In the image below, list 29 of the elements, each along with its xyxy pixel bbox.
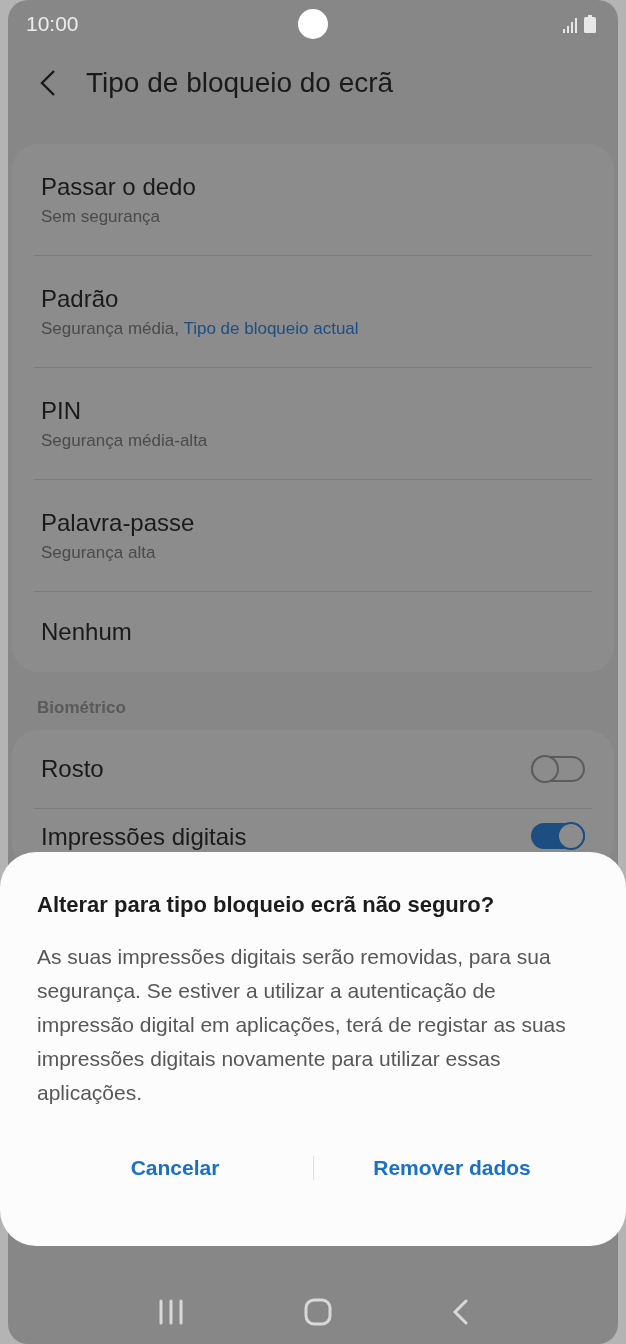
back-icon[interactable] (40, 70, 56, 96)
item-title: Rosto (41, 755, 104, 783)
battery-icon (584, 15, 596, 33)
dialog-button[interactable]: Cancelar (37, 1148, 313, 1188)
item-title: Palavra-passe (41, 508, 195, 537)
lock-type-item[interactable]: Palavra-passe Segurança alta (34, 508, 202, 563)
item-title: Padrão (41, 284, 120, 313)
dialog-title: Alterar para tipo bloqueio ecrã não seguro? (37, 892, 496, 918)
item-subtitle: Segurança média, (41, 318, 179, 338)
dialog-message: As suas impressões digitais serão removidas, para sua segurança. Se estiver a utilizar a autenticação de impressão digital em aplicações, terá de registar as suas impressões digitais novamente para utilizar essas aplicações. (37, 944, 567, 1106)
toggle-switch[interactable] (531, 756, 585, 782)
item-subtitle: Segurança alta (41, 542, 156, 562)
item-subtitle: Segurança média-alta (41, 430, 208, 450)
home-icon[interactable] (304, 1298, 332, 1326)
recent-apps-icon[interactable] (158, 1299, 184, 1325)
screen-title: Tipo de bloqueio do ecrã (86, 67, 394, 99)
item-title: PIN (41, 396, 82, 425)
item-title: Passar o dedo (41, 172, 196, 201)
lock-type-item[interactable]: PIN Segurança média-alta (34, 396, 215, 451)
item-subtitle: Sem segurança (41, 206, 161, 226)
item-title: Impressões digitais (41, 823, 247, 851)
signal-icon (562, 17, 578, 33)
lock-type-item[interactable]: Padrão Segurança média, Tipo de bloqueio actual (34, 284, 366, 339)
camera-hole (298, 9, 328, 39)
toggle-switch[interactable] (531, 823, 585, 849)
dialog-button[interactable]: Remover dados (314, 1148, 590, 1188)
current-lock-label: Tipo de bloqueio actual (183, 318, 359, 338)
status-time: 10:00 (26, 12, 79, 36)
lock-type-item[interactable]: Passar o dedo Sem segurança (34, 172, 203, 227)
